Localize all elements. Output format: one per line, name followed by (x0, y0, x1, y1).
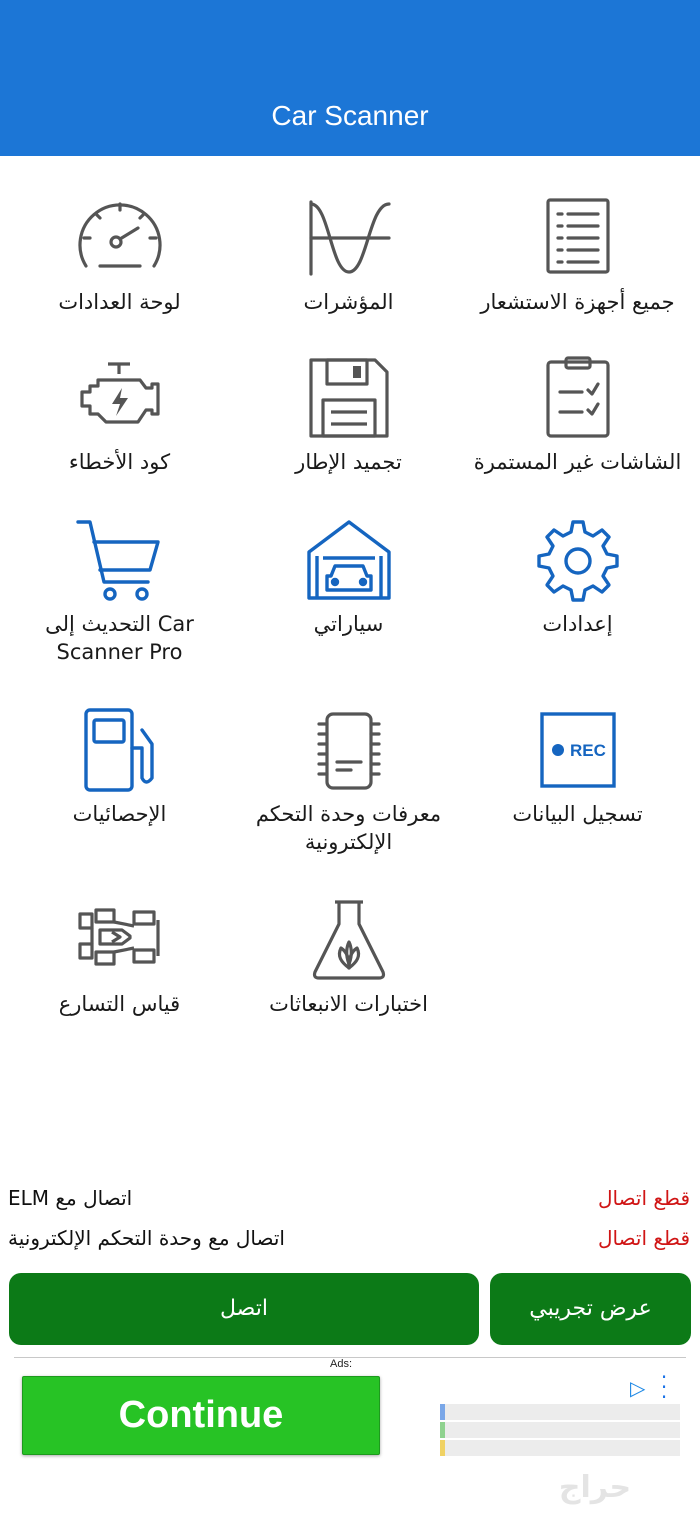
chip-icon (301, 708, 397, 792)
race-car-icon (72, 898, 168, 982)
ad-row (440, 1422, 680, 1438)
menu-item-label: التحديث إلى Car Scanner Pro (45, 612, 194, 664)
menu-item-label: سياراتي (313, 612, 384, 636)
menu-item-indicators[interactable]: المؤشرات (232, 196, 465, 346)
garage-icon (301, 518, 397, 602)
connect-button[interactable]: اتصل (9, 1273, 479, 1345)
menu-item-label: اختبارات الانبعاثات (269, 992, 428, 1016)
waveform-icon (301, 196, 397, 280)
ad-tag: Ads: (330, 1358, 353, 1370)
menu-item-emissions[interactable]: اختبارات الانبعاثات (232, 898, 465, 1048)
demo-button[interactable]: عرض تجريبي (490, 1273, 691, 1345)
status-ecu-label: اتصال مع وحدة التحكم الإلكترونية (8, 1226, 285, 1250)
app-header: Car Scanner (0, 0, 700, 156)
menu-item-error-codes[interactable]: كود الأخطاء (3, 356, 236, 506)
status-elm-value: قطع اتصال (597, 1186, 690, 1210)
cart-icon (72, 518, 168, 602)
status-ecu-value: قطع اتصال (597, 1226, 690, 1250)
status-ecu: اتصال مع وحدة التحكم الإلكترونية قطع اتص… (0, 1221, 700, 1255)
menu-item-label: الإحصائيات (72, 802, 167, 826)
menu-item-data-logging[interactable]: REC تسجيل البيانات (461, 708, 694, 858)
menu-item-label: تجميد الإطار (295, 450, 402, 474)
menu-item-label: جميع أجهزة الاستشعار (480, 290, 675, 314)
menu-item-freeze-frame[interactable]: تجميد الإطار (232, 356, 465, 506)
ad-thumbnail[interactable]: ▷ · · · (440, 1367, 680, 1462)
clipboard-check-icon (530, 356, 626, 440)
menu-item-all-sensors[interactable]: جميع أجهزة الاستشعار (461, 196, 694, 346)
ad-more-icon[interactable]: · · · (660, 1367, 668, 1407)
app-title: Car Scanner (271, 100, 429, 131)
menu-item-label: إعدادات (542, 612, 613, 636)
ad-row (440, 1404, 680, 1420)
menu-item-label: معرفات وحدة التحكم الإلكترونية (255, 802, 442, 854)
watermark-logo: حراج (558, 1470, 632, 1505)
list-icon (530, 196, 626, 280)
ad-play-icon: ▷ (630, 1376, 646, 1400)
menu-item-label: كود الأخطاء (68, 450, 171, 474)
menu-item-label: تسجيل البيانات (512, 802, 643, 826)
menu-item-acceleration[interactable]: قياس التسارع (3, 898, 236, 1048)
menu-item-statistics[interactable]: الإحصائيات (3, 708, 236, 858)
ad-continue-button[interactable]: Continue (22, 1376, 380, 1455)
gear-icon (530, 518, 626, 602)
floppy-disk-icon (301, 356, 397, 440)
menu-item-label: المؤشرات (303, 290, 394, 314)
flask-leaf-icon (301, 898, 397, 982)
menu-item-settings[interactable]: إعدادات (461, 518, 694, 668)
menu-item-label: قياس التسارع (58, 992, 181, 1016)
rec-text: REC (570, 741, 606, 760)
status-elm-label: اتصال مع ELM (8, 1186, 133, 1210)
fuel-pump-icon (72, 708, 168, 792)
menu-item-upgrade-pro[interactable]: التحديث إلى Car Scanner Pro (3, 518, 236, 668)
rec-icon: REC (530, 708, 626, 792)
menu-item-non-continuous[interactable]: الشاشات غير المستمرة (461, 356, 694, 506)
menu-item-gauges[interactable]: لوحة العدادات (3, 196, 236, 346)
engine-icon (72, 356, 168, 440)
menu-item-label: الشاشات غير المستمرة (473, 450, 682, 474)
menu-item-label: لوحة العدادات (58, 290, 181, 314)
menu-item-my-cars[interactable]: سياراتي (232, 518, 465, 668)
menu-item-ecu-ids[interactable]: معرفات وحدة التحكم الإلكترونية (232, 708, 465, 858)
status-elm: اتصال مع ELM قطع اتصال (0, 1181, 700, 1215)
ad-row (440, 1440, 680, 1456)
speedometer-icon (72, 196, 168, 280)
